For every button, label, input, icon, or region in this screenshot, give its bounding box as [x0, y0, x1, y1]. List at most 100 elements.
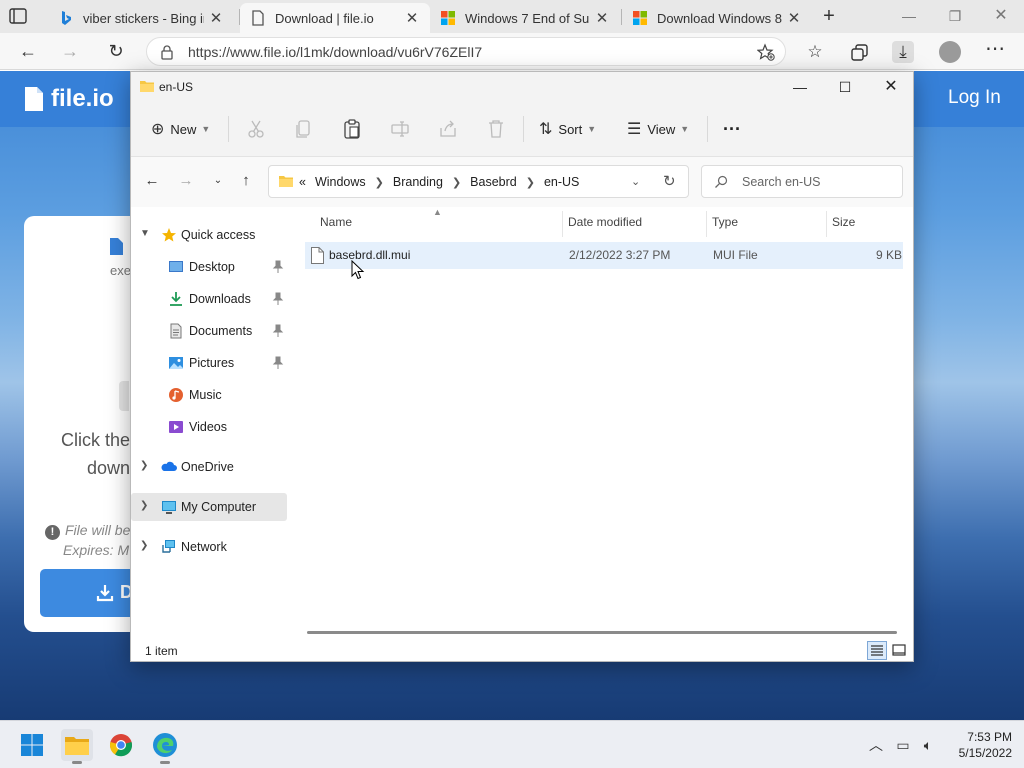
login-link[interactable]: Log In	[948, 87, 1001, 109]
breadcrumb-overflow[interactable]: «	[299, 175, 306, 189]
edge-taskbar-button[interactable]	[149, 729, 181, 764]
new-button[interactable]: ⊕ New ▼	[151, 118, 210, 140]
chevron-right-icon[interactable]: ❯	[375, 176, 384, 189]
profile-avatar[interactable]	[939, 41, 961, 63]
chevron-down-icon[interactable]: ⌄	[631, 175, 640, 188]
clock[interactable]: 7:53 PM 5/15/2022	[948, 729, 1012, 761]
favorites-icon[interactable]: ☆	[804, 41, 826, 63]
add-favorite-icon[interactable]	[757, 43, 775, 61]
file-explorer-taskbar-button[interactable]	[61, 729, 93, 764]
rename-icon[interactable]	[389, 118, 411, 140]
breadcrumb-basebrd[interactable]: Basebrd	[470, 175, 517, 189]
close-window-icon[interactable]: ✕	[986, 5, 1016, 27]
close-icon[interactable]: ✕	[868, 72, 914, 102]
back-icon[interactable]: ←	[16, 40, 40, 62]
tab-title: Download | file.io	[275, 10, 374, 26]
sort-button[interactable]: ⇅ Sort ▼	[539, 118, 596, 140]
explorer-address-bar[interactable]: « Windows ❯ Branding ❯ Basebrd ❯ en-US ⌄…	[268, 165, 689, 198]
pin-icon[interactable]	[272, 260, 284, 274]
horizontal-scrollbar[interactable]	[307, 631, 897, 634]
sidebar-item-videos[interactable]: Videos	[131, 413, 287, 441]
sidebar-item-quick-access[interactable]: ▼ Quick access	[131, 221, 287, 249]
expand-arrow-icon[interactable]: ❯	[140, 540, 148, 551]
delete-icon[interactable]	[485, 118, 507, 140]
chevron-right-icon[interactable]: ❯	[452, 176, 461, 189]
close-tab-icon[interactable]: ✕	[786, 9, 802, 27]
network-status-icon[interactable]: ▭	[893, 735, 913, 755]
more-options-button[interactable]: ···	[723, 118, 741, 140]
column-header-date[interactable]: Date modified	[568, 215, 642, 233]
sidebar-item-music[interactable]: Music	[131, 381, 287, 409]
refresh-icon[interactable]: ↻	[104, 40, 128, 62]
minimize-icon[interactable]: —	[894, 5, 924, 27]
close-tab-icon[interactable]: ✕	[208, 9, 224, 27]
browser-tab-fileio[interactable]: Download | file.io ✕	[240, 3, 430, 33]
browser-tab-bing[interactable]: viber stickers - Bing imag ✕	[48, 3, 234, 33]
new-tab-button[interactable]: +	[818, 5, 840, 27]
downloads-icon[interactable]: ⤓	[892, 41, 914, 63]
column-header-size[interactable]: Size	[832, 215, 855, 233]
navigation-pane: ▼ Quick access Desktop Downloads Documen	[131, 207, 289, 639]
url-bar[interactable]: https://www.file.io/l1mk/download/vu6rV7…	[146, 37, 786, 66]
up-icon[interactable]: ↑	[237, 172, 255, 190]
start-button[interactable]	[16, 729, 48, 761]
column-divider[interactable]	[562, 211, 563, 237]
pin-icon[interactable]	[272, 324, 284, 338]
tab-actions-icon[interactable]	[8, 7, 28, 25]
copy-icon[interactable]	[293, 118, 315, 140]
restore-icon[interactable]: ❐	[940, 5, 970, 27]
refresh-icon[interactable]: ↻	[663, 172, 676, 190]
volume-icon[interactable]: 🔈︎	[918, 735, 938, 755]
new-label: New	[170, 121, 197, 137]
close-tab-icon[interactable]: ✕	[404, 9, 420, 27]
back-icon[interactable]: ←	[143, 172, 161, 190]
sidebar-item-pictures[interactable]: Pictures	[131, 349, 287, 377]
sidebar-item-downloads[interactable]: Downloads	[131, 285, 287, 313]
sidebar-item-label: Quick access	[181, 228, 256, 242]
column-header-name[interactable]: Name	[320, 215, 352, 233]
view-list-icon: ☰	[627, 121, 642, 138]
expand-arrow-icon[interactable]: ▼	[140, 228, 150, 239]
file-name[interactable]: basebrd.dll.mui	[329, 248, 410, 262]
sidebar-item-documents[interactable]: Documents	[131, 317, 287, 345]
details-view-button[interactable]	[867, 641, 887, 660]
pin-icon[interactable]	[272, 356, 284, 370]
show-hidden-icons-chevron-up-icon[interactable]: ︿	[866, 735, 886, 755]
forward-icon[interactable]: →	[58, 40, 82, 62]
minimize-icon[interactable]: —	[777, 72, 823, 102]
lock-icon[interactable]	[159, 44, 175, 60]
sidebar-item-onedrive[interactable]: ❯ OneDrive	[131, 453, 287, 481]
url-text[interactable]: https://www.file.io/l1mk/download/vu6rV7…	[188, 44, 482, 60]
fileio-logo[interactable]: file.io	[24, 85, 114, 113]
chevron-right-icon[interactable]: ❯	[526, 176, 535, 189]
view-button[interactable]: ☰ View ▼	[627, 118, 689, 140]
recent-locations-icon[interactable]: ⌄	[209, 172, 227, 190]
browser-tab-windows81[interactable]: Download Windows 8.1 ✕	[622, 3, 812, 33]
close-tab-icon[interactable]: ✕	[594, 9, 610, 27]
table-row[interactable]: basebrd.dll.mui 2/12/2022 3:27 PM MUI Fi…	[305, 242, 903, 269]
sidebar-item-my-computer[interactable]: ❯ My Computer	[131, 493, 287, 521]
chrome-taskbar-button[interactable]	[105, 729, 137, 761]
explorer-titlebar[interactable]: en-US — ☐ ✕	[131, 72, 913, 102]
browser-tab-windows7[interactable]: Windows 7 End of Supp ✕	[430, 3, 620, 33]
cut-icon[interactable]	[245, 118, 267, 140]
expand-arrow-icon[interactable]: ❯	[140, 460, 148, 471]
column-header-type[interactable]: Type	[712, 215, 738, 233]
maximize-icon[interactable]: ☐	[822, 72, 868, 102]
breadcrumb-windows[interactable]: Windows	[315, 175, 366, 189]
search-box[interactable]: Search en-US	[701, 165, 903, 198]
collections-icon[interactable]	[849, 41, 871, 63]
share-icon[interactable]	[437, 118, 459, 140]
breadcrumb-en-us[interactable]: en-US	[544, 175, 579, 189]
breadcrumb-branding[interactable]: Branding	[393, 175, 443, 189]
sidebar-item-desktop[interactable]: Desktop	[131, 253, 287, 281]
sidebar-item-network[interactable]: ❯ Network	[131, 533, 287, 561]
column-divider[interactable]	[706, 211, 707, 237]
column-divider[interactable]	[826, 211, 827, 237]
tiles-view-button[interactable]	[889, 641, 909, 660]
more-options-icon[interactable]: ⋯	[984, 39, 1006, 63]
expand-arrow-icon[interactable]: ❯	[140, 500, 148, 511]
paste-icon[interactable]	[341, 118, 363, 140]
pin-icon[interactable]	[272, 292, 284, 306]
forward-icon[interactable]: →	[177, 172, 195, 190]
